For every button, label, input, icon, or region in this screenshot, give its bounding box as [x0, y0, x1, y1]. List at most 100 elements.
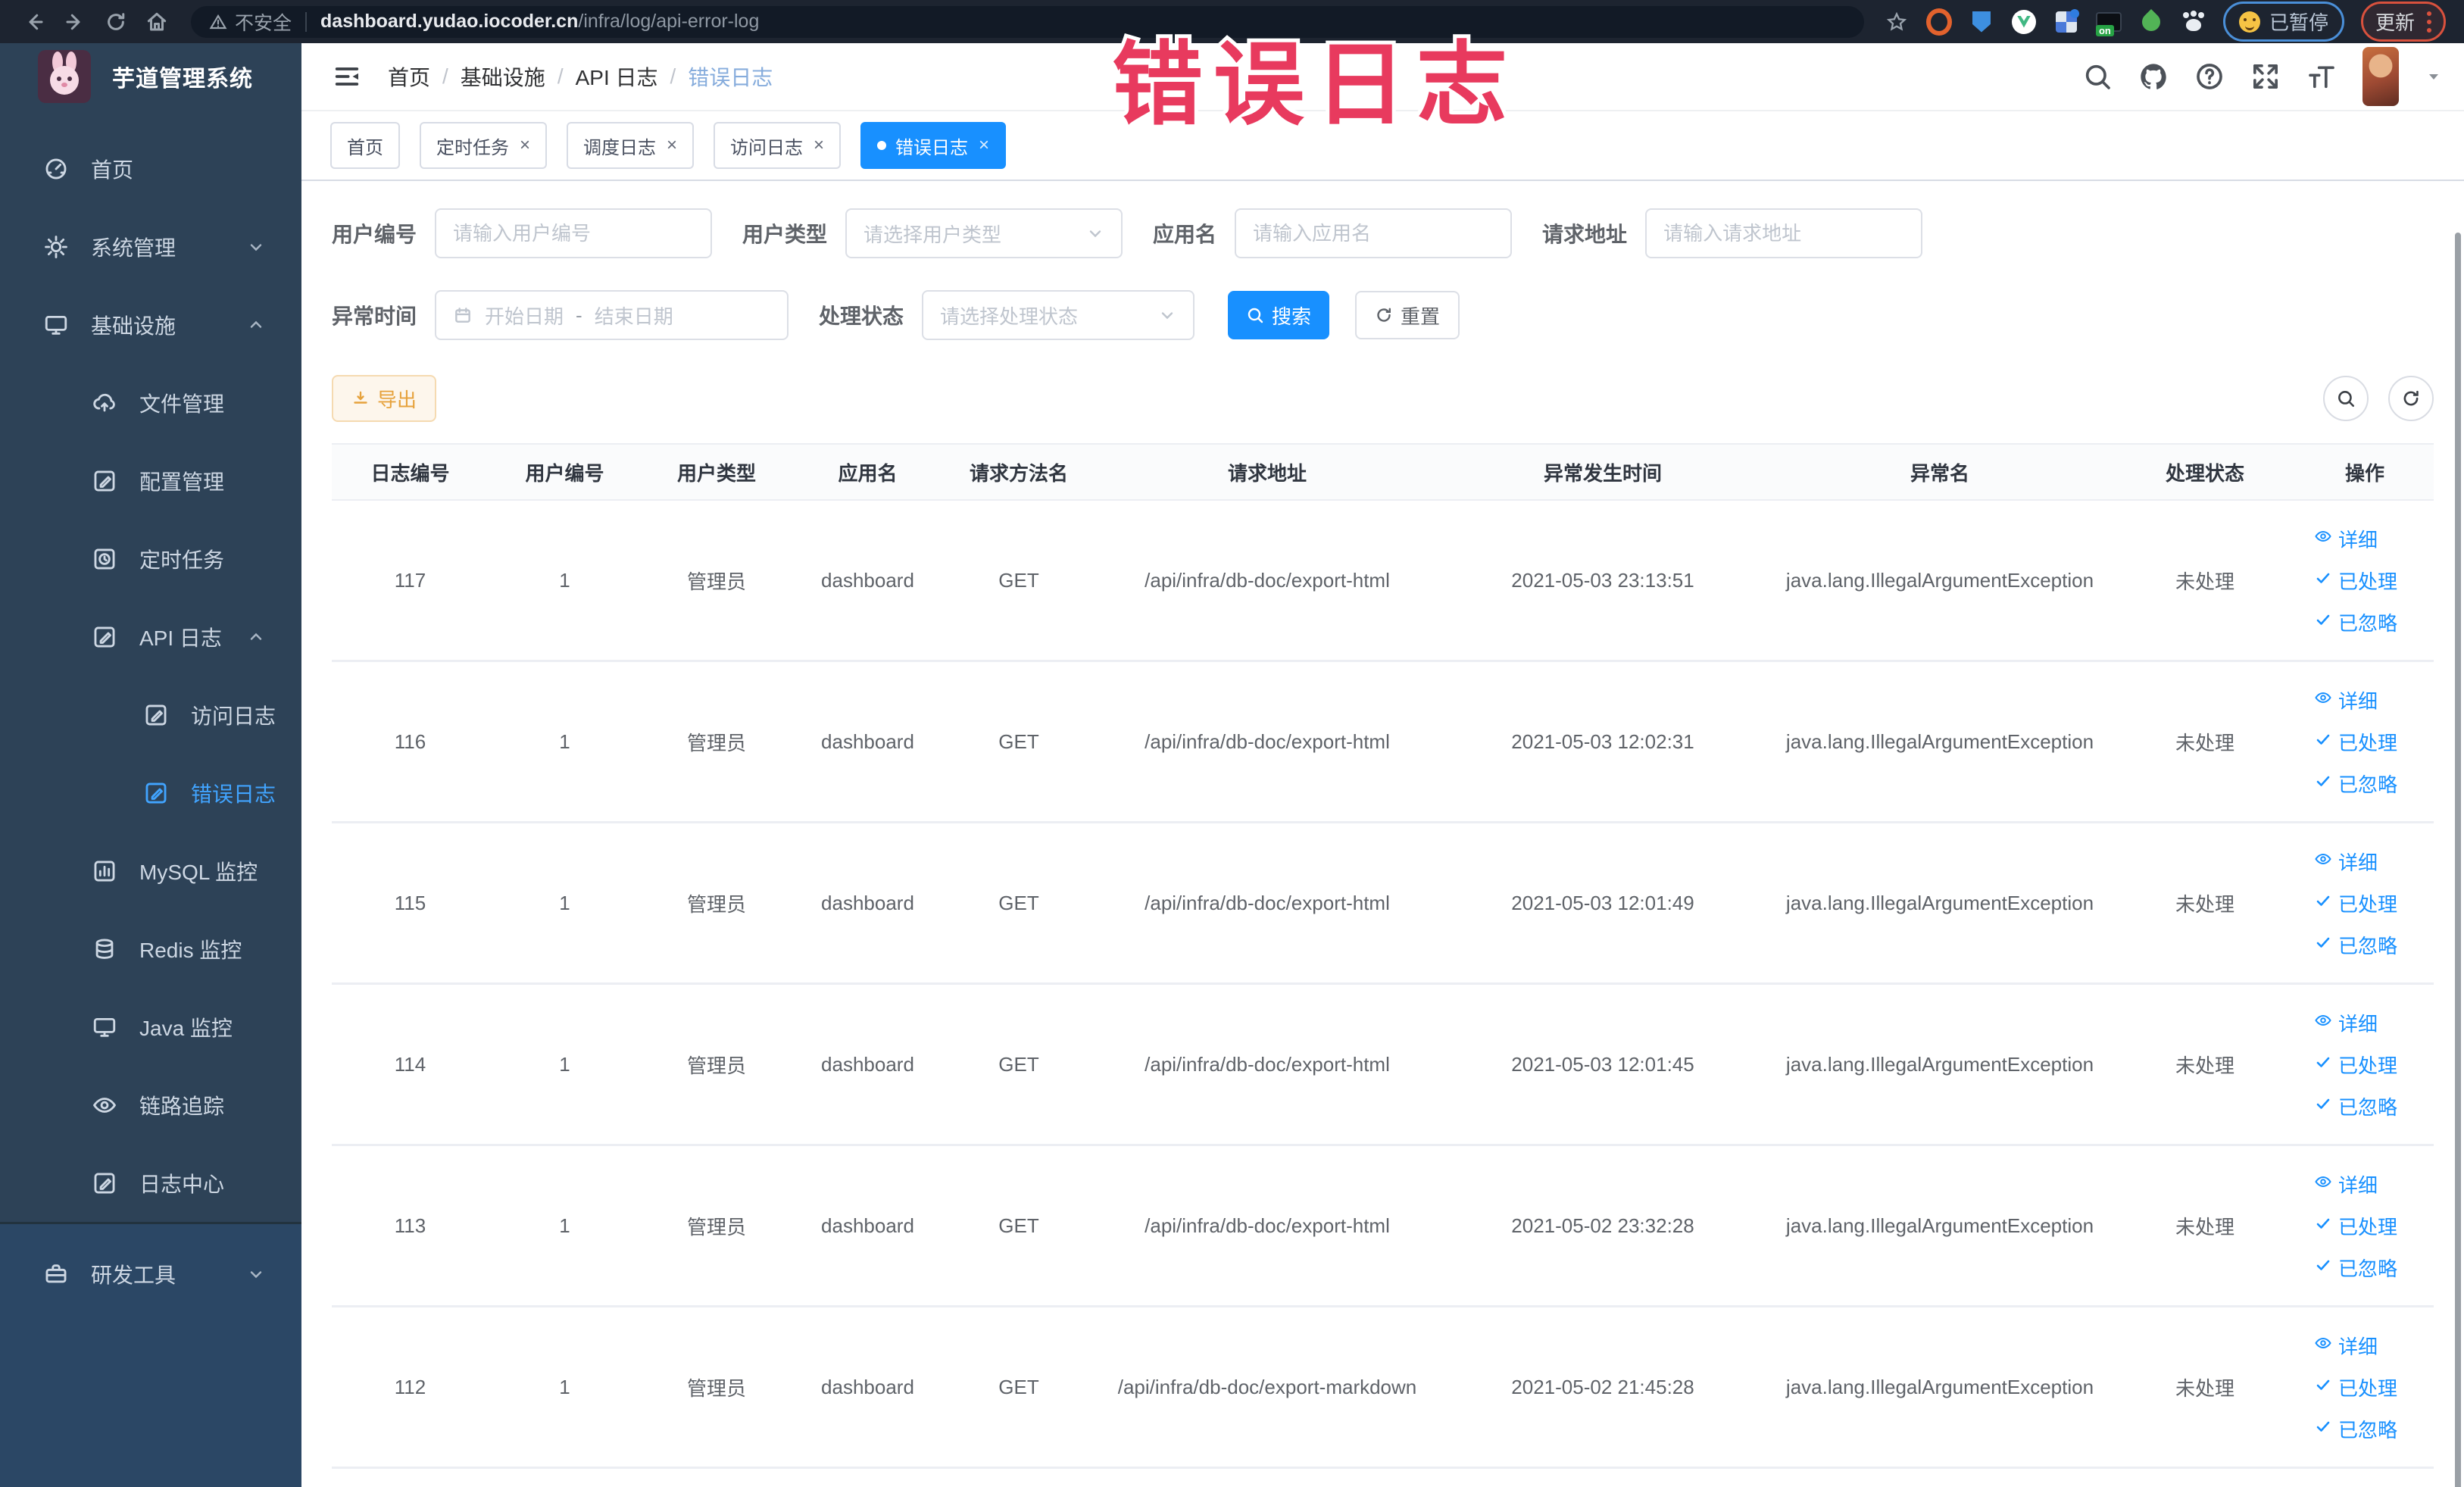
- github-icon[interactable]: [2138, 61, 2169, 92]
- active-tab-dot: [877, 141, 886, 150]
- extension-shield-icon[interactable]: [1969, 9, 1994, 35]
- action-详细[interactable]: 详细: [2314, 1170, 2378, 1198]
- browser-menu-icon[interactable]: [2427, 11, 2431, 33]
- sidebar-item-label: 日志中心: [139, 1168, 224, 1198]
- tab-定时任务[interactable]: 定时任务×: [420, 122, 547, 169]
- tab-调度日志[interactable]: 调度日志×: [567, 122, 694, 169]
- sidebar-item-研发工具[interactable]: 研发工具: [0, 1235, 301, 1313]
- action-已处理[interactable]: 已处理: [2314, 728, 2397, 756]
- extension-grid-icon[interactable]: [2053, 9, 2079, 35]
- tab-首页[interactable]: 首页: [330, 122, 400, 169]
- sidebar-item-MySQL 监控[interactable]: MySQL 监控: [0, 832, 301, 910]
- sidebar-item-错误日志[interactable]: 错误日志: [0, 754, 301, 832]
- action-详细[interactable]: 详细: [2314, 1332, 2378, 1360]
- breadcrumb-api-log[interactable]: API 日志: [576, 61, 658, 92]
- user-type-select[interactable]: 请选择用户类型: [845, 208, 1123, 258]
- close-tab-icon[interactable]: ×: [520, 136, 530, 155]
- sidebar-item-Java 监控[interactable]: Java 监控: [0, 988, 301, 1066]
- site-security[interactable]: 不安全: [209, 8, 292, 36]
- avatar-caret-icon[interactable]: [2425, 67, 2443, 86]
- sync-paused-badge[interactable]: 已暂停: [2223, 2, 2344, 42]
- action-已处理[interactable]: 已处理: [2314, 1212, 2397, 1240]
- sidebar-item-日志中心[interactable]: 日志中心: [0, 1144, 301, 1222]
- action-详细[interactable]: 详细: [2314, 848, 2378, 876]
- page-scrollbar[interactable]: [2455, 233, 2461, 1487]
- action-已忽略[interactable]: 已忽略: [2314, 608, 2397, 636]
- extension-orange-icon[interactable]: [1926, 9, 1952, 35]
- cell: 2021-05-03 12:02:31: [1440, 730, 1766, 754]
- sidebar: 芋道管理系统 首页系统管理基础设施文件管理配置管理定时任务API 日志访问日志错…: [0, 43, 301, 1487]
- browser-back-icon[interactable]: [20, 8, 48, 36]
- exception-time-range-picker[interactable]: 开始日期 - 结束日期: [435, 290, 789, 340]
- chrome-update-badge[interactable]: 更新: [2361, 2, 2446, 42]
- action-已处理[interactable]: 已处理: [2314, 889, 2397, 917]
- address-bar[interactable]: 不安全 dashboard.yudao.iocoder.cn/infra/log…: [191, 6, 1864, 38]
- extension-vue-devtools-icon[interactable]: [2011, 9, 2037, 35]
- close-tab-icon[interactable]: ×: [667, 136, 677, 155]
- action-已处理[interactable]: 已处理: [2314, 1051, 2397, 1079]
- tab-错误日志[interactable]: 错误日志×: [860, 122, 1006, 169]
- bookmark-star-icon[interactable]: [1884, 9, 1910, 35]
- action-label: 已处理: [2338, 889, 2397, 917]
- action-label: 已忽略: [2338, 1415, 2397, 1443]
- toggle-search-button[interactable]: [2323, 376, 2369, 421]
- action-已处理[interactable]: 已处理: [2314, 567, 2397, 595]
- action-已忽略[interactable]: 已忽略: [2314, 1092, 2397, 1120]
- browser-home-icon[interactable]: [142, 8, 171, 36]
- user-avatar[interactable]: [2363, 47, 2399, 106]
- process-status-select[interactable]: 请选择处理状态: [922, 290, 1195, 340]
- action-已处理[interactable]: 已处理: [2314, 1373, 2397, 1401]
- breadcrumb-infra[interactable]: 基础设施: [461, 61, 545, 92]
- cell: 管理员: [641, 1373, 792, 1401]
- sidebar-item-Redis 监控[interactable]: Redis 监控: [0, 910, 301, 988]
- browser-forward-icon[interactable]: [61, 8, 89, 36]
- tab-访问日志[interactable]: 访问日志×: [714, 122, 841, 169]
- sidebar-item-API 日志[interactable]: API 日志: [0, 598, 301, 676]
- close-tab-icon[interactable]: ×: [979, 136, 989, 155]
- sidebar-item-访问日志[interactable]: 访问日志: [0, 676, 301, 754]
- cell: 112: [332, 1376, 489, 1399]
- sidebar-item-首页[interactable]: 首页: [0, 130, 301, 208]
- action-已忽略[interactable]: 已忽略: [2314, 1415, 2397, 1443]
- extension-leaf-icon[interactable]: [2138, 9, 2164, 35]
- cell: 管理员: [641, 889, 792, 917]
- sidebar-item-label: 配置管理: [139, 466, 224, 496]
- extension-switch-icon[interactable]: on: [2096, 9, 2122, 35]
- sidebar-item-配置管理[interactable]: 配置管理: [0, 442, 301, 520]
- request-url-input[interactable]: [1645, 208, 1922, 258]
- end-date-placeholder: 结束日期: [595, 301, 673, 330]
- browser-reload-icon[interactable]: [101, 8, 130, 36]
- export-button[interactable]: 导出: [332, 375, 436, 422]
- action-详细[interactable]: 详细: [2314, 1009, 2378, 1037]
- sidebar-item-基础设施[interactable]: 基础设施: [0, 286, 301, 364]
- reset-button[interactable]: 重置: [1355, 291, 1460, 339]
- extension-paw-icon[interactable]: [2181, 9, 2206, 35]
- user-id-input[interactable]: [435, 208, 712, 258]
- action-已忽略[interactable]: 已忽略: [2314, 770, 2397, 798]
- error-log-table: 日志编号用户编号用户类型应用名请求方法名请求地址异常发生时间异常名处理状态操作 …: [332, 443, 2434, 1469]
- sidebar-item-定时任务[interactable]: 定时任务: [0, 520, 301, 598]
- action-详细[interactable]: 详细: [2314, 525, 2378, 553]
- request-url-label: 请求地址: [1542, 218, 1627, 248]
- sidebar-item-系统管理[interactable]: 系统管理: [0, 208, 301, 286]
- sidebar-item-链路追踪[interactable]: 链路追踪: [0, 1066, 301, 1144]
- action-详细[interactable]: 详细: [2314, 686, 2378, 714]
- check-icon: [2314, 1376, 2332, 1399]
- cell: /api/infra/db-doc/export-html: [1095, 1053, 1440, 1076]
- app-name-input[interactable]: [1235, 208, 1512, 258]
- search-button[interactable]: 搜索: [1228, 291, 1329, 339]
- close-tab-icon[interactable]: ×: [814, 136, 824, 155]
- sidebar-toggle-icon[interactable]: [332, 61, 362, 92]
- font-size-icon[interactable]: [2306, 61, 2337, 92]
- eye-icon: [2314, 1334, 2332, 1357]
- refresh-table-button[interactable]: [2388, 376, 2434, 421]
- cell: 117: [332, 569, 489, 592]
- fullscreen-icon[interactable]: [2250, 61, 2281, 92]
- help-icon[interactable]: [2194, 61, 2225, 92]
- breadcrumb-home[interactable]: 首页: [388, 61, 430, 92]
- action-已忽略[interactable]: 已忽略: [2314, 931, 2397, 959]
- action-已忽略[interactable]: 已忽略: [2314, 1254, 2397, 1282]
- sidebar-item-文件管理[interactable]: 文件管理: [0, 364, 301, 442]
- header-search-icon[interactable]: [2082, 61, 2113, 92]
- cell: java.lang.IllegalArgumentException: [1766, 1214, 2114, 1238]
